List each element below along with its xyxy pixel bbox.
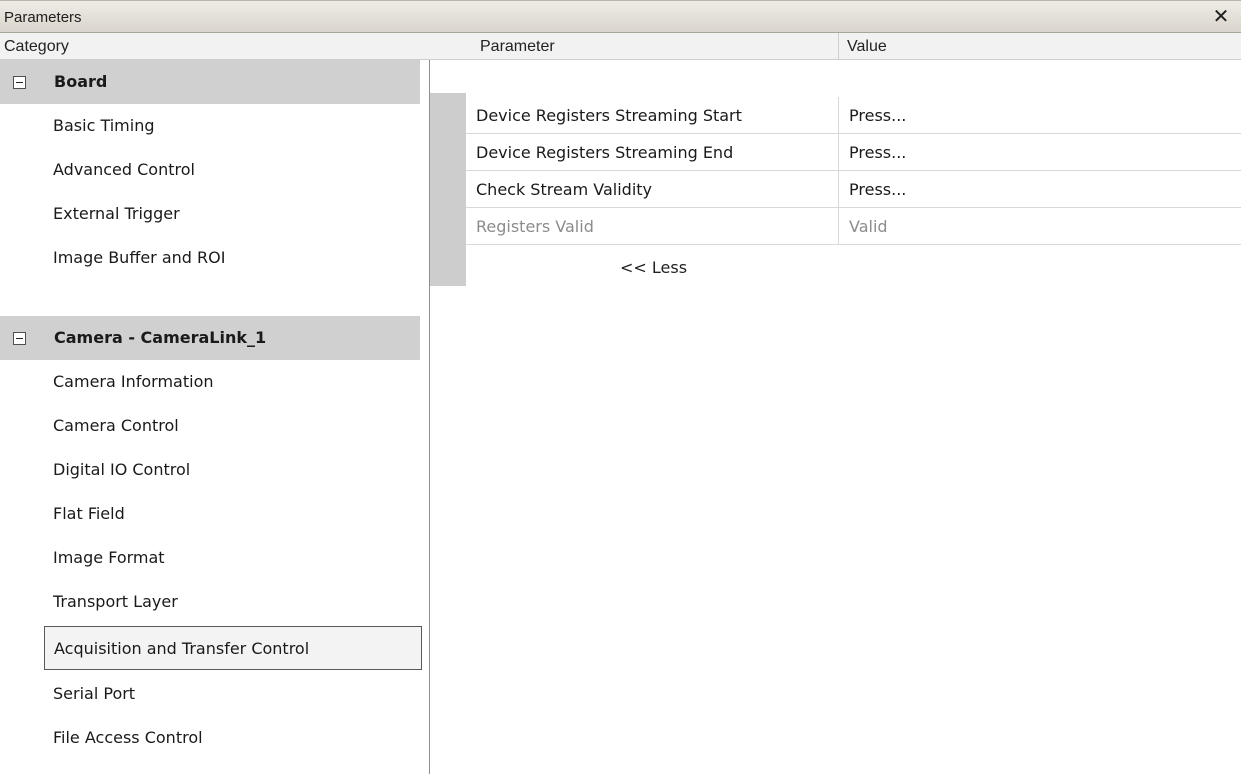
- row-header-gutter: [430, 93, 466, 286]
- category-group-board[interactable]: Board: [0, 60, 420, 104]
- category-label: Image Format: [53, 548, 165, 567]
- category-label: Camera Information: [53, 372, 214, 391]
- category-label: External Trigger: [53, 204, 180, 223]
- category-item-serial-port[interactable]: Serial Port: [0, 672, 420, 716]
- parameter-name: Device Registers Streaming Start: [476, 106, 742, 125]
- collapse-icon[interactable]: [13, 332, 26, 345]
- parameter-name: Check Stream Validity: [476, 180, 653, 199]
- category-item-digital-io-control[interactable]: Digital IO Control: [0, 448, 420, 492]
- category-list[interactable]: Board Basic Timing Advanced Control Exte…: [0, 60, 430, 774]
- category-label: Basic Timing: [53, 116, 155, 135]
- category-label: Acquisition and Transfer Control: [54, 639, 310, 658]
- category-group-camera[interactable]: Camera - CameraLink_1: [0, 316, 420, 360]
- parameter-row[interactable]: Device Registers Streaming Start Press..…: [466, 97, 1241, 134]
- category-label: Flat Field: [53, 504, 125, 523]
- category-item-image-format[interactable]: Image Format: [0, 536, 420, 580]
- close-icon[interactable]: ✕: [1211, 5, 1231, 27]
- category-item-basic-timing[interactable]: Basic Timing: [0, 104, 420, 148]
- category-item-transport-layer[interactable]: Transport Layer: [0, 580, 420, 624]
- category-item-camera-control[interactable]: Camera Control: [0, 404, 420, 448]
- category-label: Serial Port: [53, 684, 136, 703]
- category-item-acquisition-transfer-control[interactable]: Acquisition and Transfer Control: [44, 626, 422, 670]
- category-label: File Access Control: [53, 728, 203, 747]
- parameter-row[interactable]: Check Stream Validity Press...: [466, 171, 1241, 208]
- category-label: Board: [54, 72, 108, 91]
- category-label: Camera - CameraLink_1: [54, 328, 267, 347]
- category-item-image-buffer-roi[interactable]: Image Buffer and ROI: [0, 236, 420, 280]
- parameter-name: Device Registers Streaming End: [476, 143, 734, 162]
- press-button[interactable]: Press...: [838, 171, 1241, 207]
- less-link[interactable]: << Less: [620, 258, 687, 277]
- parameter-name: Registers Valid: [476, 217, 594, 236]
- parameter-value: Valid: [838, 208, 1241, 244]
- category-label: Digital IO Control: [53, 460, 191, 479]
- category-label: Advanced Control: [53, 160, 195, 179]
- category-item-camera-information[interactable]: Camera Information: [0, 360, 420, 404]
- window-title: Parameters: [4, 9, 82, 26]
- parameter-row[interactable]: Device Registers Streaming End Press...: [466, 134, 1241, 171]
- press-button[interactable]: Press...: [838, 97, 1241, 133]
- category-column-header: Category: [0, 33, 470, 60]
- category-label: Camera Control: [53, 416, 179, 435]
- category-item-external-trigger[interactable]: External Trigger: [0, 192, 420, 236]
- parameter-row: Registers Valid Valid: [466, 208, 1241, 245]
- category-item-flat-field[interactable]: Flat Field: [0, 492, 420, 536]
- parameter-column-header[interactable]: Parameter: [470, 33, 838, 60]
- category-item-advanced-control[interactable]: Advanced Control: [0, 148, 420, 192]
- category-item-file-access-control[interactable]: File Access Control: [0, 716, 420, 760]
- value-column-header[interactable]: Value: [838, 33, 1241, 60]
- collapse-icon[interactable]: [13, 76, 26, 89]
- title-bar: Parameters ✕: [0, 0, 1241, 33]
- category-label: Image Buffer and ROI: [53, 248, 226, 267]
- category-label: Transport Layer: [53, 592, 178, 611]
- press-button[interactable]: Press...: [838, 134, 1241, 170]
